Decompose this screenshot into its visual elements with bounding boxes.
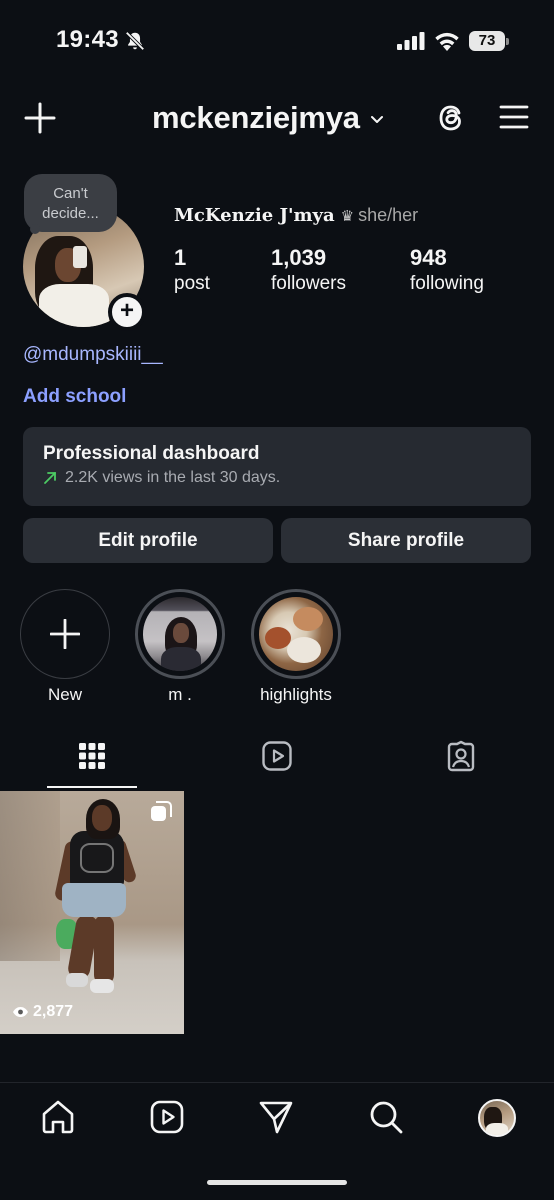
stat-posts[interactable]: 1 post	[174, 246, 210, 298]
highlight-new-ring	[20, 589, 110, 679]
trend-up-icon	[44, 472, 56, 484]
post-shoe-left	[66, 973, 88, 987]
post-face	[92, 805, 112, 831]
wifi-icon	[435, 32, 459, 51]
add-school-link[interactable]: Add school	[23, 386, 126, 408]
content-tabs	[0, 736, 554, 790]
grid-icon[interactable]	[76, 740, 108, 772]
post-shorts	[62, 883, 126, 917]
cover-face	[173, 623, 189, 643]
stat-posts-label: post	[174, 273, 210, 294]
post-shadow	[0, 791, 60, 961]
note-bubble-tail	[30, 224, 40, 234]
plus-icon[interactable]	[22, 100, 58, 136]
bell-slash-icon	[125, 31, 145, 51]
carousel-icon	[151, 801, 172, 821]
cover-food-c	[287, 637, 321, 663]
highlight-highlights-label: highlights	[260, 685, 332, 704]
highlight-new[interactable]: New	[20, 589, 120, 705]
battery-indicator: 73	[469, 31, 509, 51]
chevron-down-icon	[370, 116, 383, 123]
battery-level: 73	[469, 31, 505, 51]
dashboard-subtitle-row: 2.2K views in the last 30 days.	[43, 469, 531, 487]
eye-icon	[13, 1007, 28, 1017]
post-thumbnail[interactable]: 2,877	[0, 791, 184, 1034]
pronouns: she/her	[358, 205, 419, 225]
home-indicator	[207, 1180, 347, 1185]
cover-food-b	[293, 607, 323, 631]
highlight-m[interactable]: m .	[135, 589, 235, 705]
dashboard-subtitle: 2.2K views in the last 30 days.	[65, 469, 281, 486]
post-views: 2,877	[12, 1003, 73, 1021]
stat-following[interactable]: 948 following	[410, 246, 484, 298]
post-shirt-print	[80, 843, 114, 873]
post-shoe-right	[90, 979, 114, 993]
active-tab-indicator	[47, 786, 137, 788]
username: mckenziejmya	[152, 100, 360, 135]
highlight-m-cover	[143, 597, 217, 671]
share-profile-button[interactable]: Share profile	[281, 518, 531, 563]
highlight-m-label: m .	[168, 685, 192, 704]
profile-header: mckenziejmya	[0, 90, 554, 150]
tagged-icon[interactable]	[445, 740, 477, 772]
menu-icon[interactable]	[498, 102, 530, 132]
stat-posts-value: 1	[174, 245, 187, 270]
stat-following-value: 948	[410, 245, 447, 270]
stat-followers-value: 1,039	[271, 245, 327, 270]
stat-following-label: following	[410, 273, 484, 294]
send-icon[interactable]	[258, 1099, 294, 1135]
dashboard-title: Professional dashboard	[43, 443, 260, 464]
highlight-highlights-ring	[251, 589, 341, 679]
edit-profile-button[interactable]: Edit profile	[23, 518, 273, 563]
threads-icon[interactable]	[433, 99, 471, 137]
plus-icon	[50, 619, 80, 649]
post-leg-right	[94, 915, 114, 985]
highlight-highlights-cover	[259, 597, 333, 671]
search-icon[interactable]	[368, 1099, 404, 1135]
full-name: McKenzie J'mya	[174, 205, 335, 226]
stat-followers[interactable]: 1,039 followers	[271, 246, 346, 298]
stat-followers-label: followers	[271, 273, 346, 294]
status-time: 19:43	[56, 26, 119, 53]
signal-icon	[397, 32, 425, 50]
profile-avatar[interactable]	[478, 1099, 516, 1137]
crown-icon: ♛	[340, 208, 355, 225]
highlight-new-label: New	[47, 685, 82, 704]
cover-body	[161, 647, 201, 671]
note-bubble[interactable]: Can't decide...	[24, 174, 117, 232]
threads-handle-link[interactable]: @mdumpskiiii__	[23, 344, 163, 366]
professional-dashboard[interactable]: Professional dashboard 2.2K views in the…	[23, 427, 531, 506]
avatar-phone	[73, 246, 87, 268]
add-story-button[interactable]: +	[108, 293, 146, 331]
highlight-highlights[interactable]: highlights	[251, 589, 351, 705]
account-switcher[interactable]: mckenziejmya	[152, 100, 386, 136]
name-row: McKenzie J'mya ♛ she/her	[174, 205, 418, 226]
status-bar: 19:43 73	[0, 0, 554, 84]
avatar-top	[39, 284, 109, 327]
battery-tip	[506, 38, 509, 45]
reels-icon[interactable]	[261, 740, 293, 772]
home-icon[interactable]	[40, 1099, 76, 1135]
reels-icon[interactable]	[149, 1099, 185, 1135]
highlight-m-ring	[135, 589, 225, 679]
nav-avatar-top	[486, 1123, 508, 1135]
post-views-count: 2,877	[33, 1003, 74, 1020]
